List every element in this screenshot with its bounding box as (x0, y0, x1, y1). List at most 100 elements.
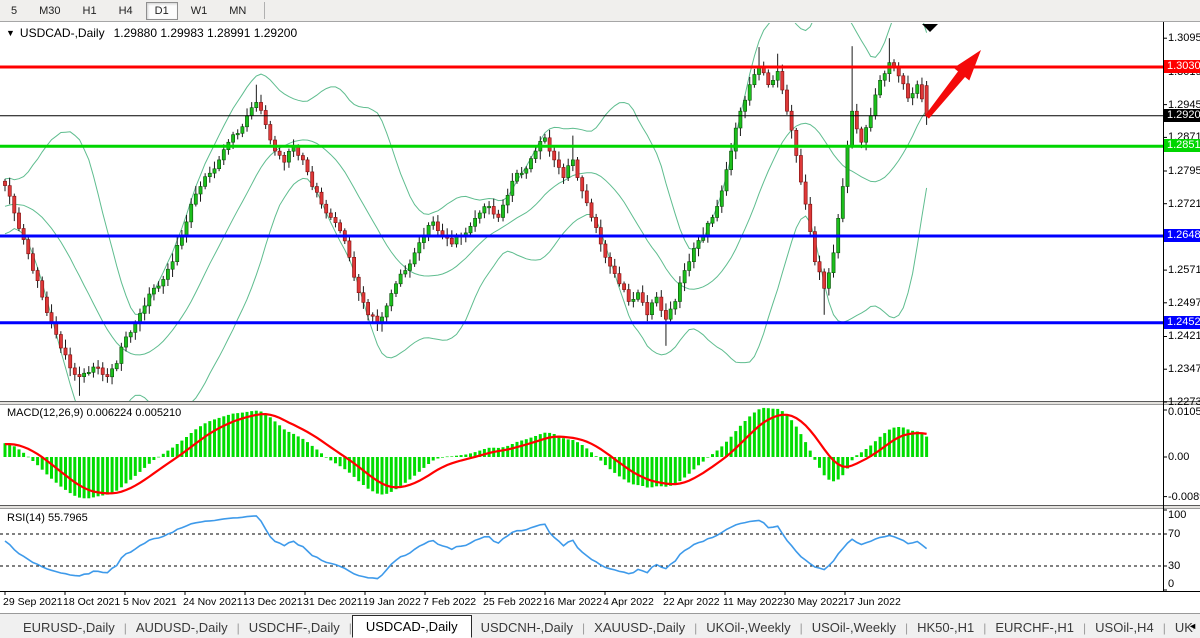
macd-histogram-bar (879, 437, 882, 457)
macd-histogram-bar (129, 457, 132, 480)
chart-canvas (0, 0, 1200, 638)
candle-body (925, 86, 928, 116)
candle-body (879, 80, 882, 95)
timeframe-button-d1[interactable]: D1 (146, 2, 178, 20)
macd-histogram-bar (762, 408, 765, 457)
tab-usdcad-daily[interactable]: USDCAD-,Daily (352, 615, 472, 638)
x-axis-label: 7 Feb 2022 (423, 596, 476, 608)
candle-body (474, 218, 477, 226)
candle-body (97, 367, 100, 368)
tab-usdchf-daily[interactable]: USDCHF-,Daily (240, 617, 349, 638)
macd-histogram-bar (134, 457, 137, 476)
candle-body (627, 290, 630, 302)
macd-histogram-bar (818, 457, 821, 468)
macd-histogram-bar (115, 457, 118, 491)
candle-body (287, 151, 290, 162)
candle-body (399, 274, 402, 284)
macd-histogram-bar (860, 452, 863, 457)
candle-body (17, 213, 20, 229)
macd-histogram-bar (69, 457, 72, 493)
candle-body (8, 186, 11, 197)
candle-body (674, 302, 677, 310)
x-axis-label: 11 May 2022 (723, 596, 783, 608)
macd-histogram-bar (734, 431, 737, 457)
tab-eurusd-daily[interactable]: EURUSD-,Daily (14, 617, 124, 638)
candle-body (134, 324, 137, 333)
macd-histogram-bar (83, 457, 86, 498)
timeframe-button-h4[interactable]: H4 (110, 2, 142, 20)
timeframe-button-h1[interactable]: H1 (74, 2, 106, 20)
tab-usoil-weekly[interactable]: USOil-,Weekly (803, 617, 905, 638)
macd-histogram-bar (651, 457, 654, 487)
tab-xauusd-daily[interactable]: XAUUSD-,Daily (585, 617, 694, 638)
candle-body (865, 128, 868, 143)
candle-body (394, 284, 397, 294)
macd-histogram-bar (427, 457, 430, 464)
macd-histogram-bar (36, 457, 39, 465)
candle-body (818, 262, 821, 272)
macd-histogram-bar (111, 457, 114, 493)
macd-histogram-bar (925, 437, 928, 457)
candle-body (339, 223, 342, 231)
timeframe-button-m30[interactable]: M30 (30, 2, 69, 20)
macd-histogram-bar (264, 414, 267, 457)
candle-body (646, 302, 649, 314)
candle-body (748, 85, 751, 101)
macd-histogram-bar (73, 457, 76, 496)
tab-usdcnh-daily[interactable]: USDCNH-,Daily (472, 617, 582, 638)
candle-body (785, 90, 788, 111)
candle-body (590, 203, 593, 218)
collapse-triangle-icon[interactable]: ▼ (6, 28, 15, 38)
timeframe-button-5[interactable]: 5 (2, 2, 26, 20)
candle-body (846, 146, 849, 187)
main-chart-area (0, 0, 1163, 431)
timeframe-button-mn[interactable]: MN (220, 2, 255, 20)
candle-body (152, 288, 155, 294)
macd-histogram-bar (758, 409, 761, 457)
macd-histogram-bar (813, 457, 816, 460)
macd-histogram-bar (534, 436, 537, 457)
y-axis-label: 1.2795 (1168, 165, 1200, 177)
candle-body (692, 248, 695, 261)
tab-ukoil-weekly[interactable]: UKOil-,Weekly (697, 617, 799, 638)
candle-body (804, 182, 807, 204)
x-axis-label: 30 May 2022 (783, 596, 844, 608)
candle-body (697, 241, 700, 249)
macd-histogram-bar (897, 427, 900, 457)
y-axis-label: 1.2571 (1168, 264, 1200, 276)
candle-body (585, 191, 588, 203)
rsi-panel (0, 516, 1163, 579)
timeframe-toolbar: 5M30 H1H4D1W1MN (0, 0, 1200, 22)
candle-body (450, 238, 453, 244)
trend-arrow[interactable] (925, 50, 981, 119)
macd-panel (4, 408, 929, 498)
x-axis-label: 31 Dec 2021 (303, 596, 363, 608)
candle-body (855, 111, 858, 129)
candle-body (841, 187, 844, 219)
candle-body (329, 213, 332, 217)
timeframe-button-w1[interactable]: W1 (182, 2, 217, 20)
candle-body (255, 102, 258, 107)
macd-histogram-bar (539, 434, 542, 457)
candle-body (711, 217, 714, 223)
tab-scroll-left-icon[interactable]: ◄ (1188, 621, 1197, 631)
tab-usoil-h4[interactable]: USOil-,H4 (1086, 617, 1163, 638)
macd-histogram-bar (576, 442, 579, 457)
candle-body (623, 284, 626, 290)
candle-body (194, 194, 197, 204)
tab-hk50-h1[interactable]: HK50-,H1 (908, 617, 983, 638)
candle-body (315, 187, 318, 193)
macd-histogram-bar (166, 451, 169, 457)
tab-eurchf-h1[interactable]: EURCHF-,H1 (986, 617, 1083, 638)
candle-body (404, 271, 407, 275)
candle-body (106, 375, 109, 377)
macd-histogram-bar (609, 457, 612, 469)
macd-histogram-bar (4, 443, 7, 457)
candle-body (553, 151, 556, 160)
candle-body (418, 243, 421, 253)
macd-histogram-bar (571, 440, 574, 457)
macd-histogram-bar (641, 457, 644, 486)
x-axis-label: 13 Dec 2021 (243, 596, 303, 608)
macd-histogram-bar (711, 454, 714, 457)
tab-audusd-daily[interactable]: AUDUSD-,Daily (127, 617, 237, 638)
